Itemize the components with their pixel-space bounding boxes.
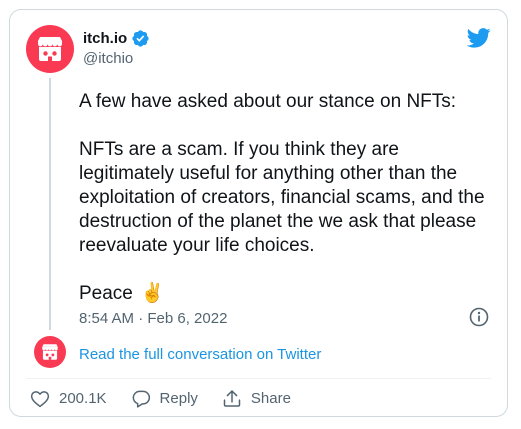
- verified-badge-icon: [132, 30, 149, 47]
- avatar[interactable]: [26, 25, 74, 73]
- tweet-card: itch.io @itchio A few have asked about o…: [9, 9, 508, 417]
- share-label: Share: [250, 390, 291, 407]
- tweet-paragraph: NFTs are a scam. If you think they are l…: [79, 139, 485, 256]
- tweet-text: A few have asked about our stance on NFT…: [79, 90, 499, 306]
- like-button[interactable]: 200.1K: [30, 389, 107, 408]
- like-count: 200.1K: [59, 390, 107, 407]
- avatar-small[interactable]: [34, 336, 66, 368]
- reply-button[interactable]: Reply: [131, 389, 198, 408]
- author-handle[interactable]: @itchio: [83, 50, 133, 67]
- tweet-closing: Peace ✌️: [79, 282, 499, 306]
- tweet-timestamp[interactable]: 8:54 AM · Feb 6, 2022: [79, 310, 227, 327]
- twitter-bird-icon[interactable]: [466, 28, 491, 53]
- reply-bubble-icon: [132, 390, 150, 408]
- heart-icon: [30, 391, 50, 408]
- victory-hand-emoji: ✌️: [140, 283, 165, 304]
- info-icon[interactable]: [469, 307, 489, 332]
- display-name[interactable]: itch.io: [83, 30, 127, 47]
- reply-label: Reply: [159, 390, 198, 407]
- share-button[interactable]: Share: [222, 389, 291, 408]
- itchio-logo-icon: [38, 37, 62, 61]
- author-name-row[interactable]: itch.io: [83, 29, 150, 48]
- thread-line: [49, 78, 51, 330]
- closing-text: Peace: [79, 283, 133, 304]
- share-icon: [223, 390, 241, 407]
- tweet-actions: 200.1K Reply Share: [30, 389, 315, 408]
- itchio-logo-icon: [42, 344, 58, 360]
- divider: [26, 378, 491, 379]
- tweet-paragraph: A few have asked about our stance on NFT…: [79, 91, 457, 112]
- read-conversation-link[interactable]: Read the full conversation on Twitter: [79, 346, 321, 363]
